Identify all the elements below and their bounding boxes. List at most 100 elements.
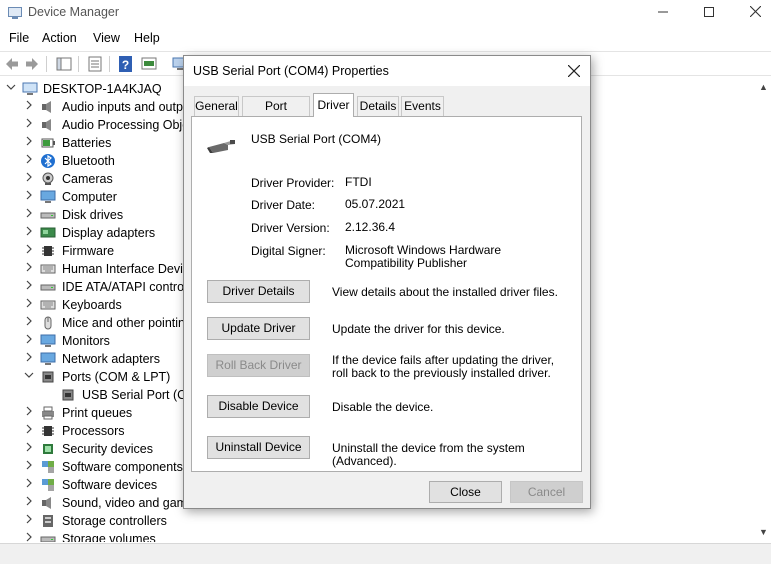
tree-item-network-adapters[interactable]: Network adapters — [0, 350, 190, 368]
tree-item-audio-inputs-and-outputs[interactable]: Audio inputs and outputs — [0, 98, 200, 116]
chevron-right-icon[interactable] — [23, 316, 35, 330]
chevron-right-icon[interactable] — [23, 136, 35, 150]
chip-icon — [42, 246, 54, 256]
tab-events[interactable]: Events — [401, 96, 444, 116]
speaker-icon — [42, 497, 51, 509]
tree-item-storage-controllers[interactable]: Storage controllers — [0, 512, 190, 530]
disable-device-button[interactable]: Disable Device — [207, 395, 310, 418]
tree-item-bluetooth[interactable]: Bluetooth — [0, 152, 190, 170]
tree-item-computer[interactable]: Computer — [0, 188, 190, 206]
tree-item-cameras[interactable]: Cameras — [0, 170, 190, 188]
chevron-right-icon[interactable] — [23, 280, 35, 294]
tree-item-processors[interactable]: Processors — [0, 422, 190, 440]
tree-item-disk-drives[interactable]: Disk drives — [0, 206, 190, 224]
tree-item-human-interface-devices[interactable]: Human Interface Devices — [0, 260, 202, 278]
tree-item-batteries[interactable]: Batteries — [0, 134, 190, 152]
device-manager-icon — [8, 7, 22, 19]
minimize-icon — [658, 11, 668, 13]
tab-port-settings[interactable]: Port Settings — [242, 96, 310, 131]
tree-item-ide-ata-atapi-controllers[interactable]: IDE ATA/ATAPI controllers — [0, 278, 207, 296]
update-driver-description: Update the driver for this device. — [332, 322, 505, 336]
tree-item-label: Print queues — [62, 406, 133, 420]
vertical-scrollbar[interactable]: ▲ ▼ — [756, 80, 771, 542]
tree-item-monitors[interactable]: Monitors — [0, 332, 190, 350]
device-name: USB Serial Port (COM4) — [251, 132, 382, 146]
chevron-right-icon[interactable] — [23, 514, 35, 528]
menu-action[interactable]: Action — [42, 31, 77, 45]
chevron-right-icon[interactable] — [23, 100, 35, 114]
chevron-right-icon[interactable] — [23, 442, 35, 456]
tree-item-firmware[interactable]: Firmware — [0, 242, 190, 260]
menu-help[interactable]: Help — [134, 31, 160, 45]
chevron-right-icon[interactable] — [23, 334, 35, 348]
uninstall-device-button[interactable]: Uninstall Device — [207, 436, 310, 459]
chevron-right-icon[interactable] — [23, 298, 35, 312]
tree-item-audio-processing-objects[interactable]: Audio Processing Objects — [0, 116, 205, 134]
maximize-button[interactable] — [686, 0, 732, 26]
close-button[interactable]: Close — [429, 481, 502, 503]
scroll-up-arrow-icon[interactable]: ▲ — [759, 82, 768, 92]
menu-file[interactable]: File — [9, 31, 29, 45]
chevron-right-icon[interactable] — [23, 532, 35, 542]
minimize-button[interactable] — [640, 0, 686, 26]
tree-item-security-devices[interactable]: Security devices — [0, 440, 190, 458]
tree-item-storage-volumes[interactable]: Storage volumes — [0, 530, 190, 542]
chevron-down-icon[interactable] — [23, 370, 35, 384]
cancel-button[interactable]: Cancel — [510, 481, 583, 503]
window-title: Device Manager — [28, 5, 120, 19]
disk-icon — [40, 536, 56, 542]
tree-item-ports-com-lpt[interactable]: Ports (COM & LPT) — [0, 368, 190, 386]
properties-icon[interactable] — [86, 55, 104, 73]
tree-item-label: Keyboards — [62, 298, 122, 312]
tree-item-software-devices[interactable]: Software devices — [0, 476, 190, 494]
scroll-thumb[interactable] — [758, 96, 769, 496]
chevron-right-icon[interactable] — [23, 244, 35, 258]
chevron-right-icon[interactable] — [23, 154, 35, 168]
tree-item-mice-and-other-pointing-devices[interactable]: Mice and other pointing devices — [0, 314, 238, 332]
tree-item-display-adapters[interactable]: Display adapters — [0, 224, 190, 242]
security-icon — [43, 444, 53, 454]
tree-root[interactable]: DESKTOP-1A4KJAQ — [0, 80, 200, 98]
help-icon[interactable]: ? — [117, 55, 135, 73]
tree-item-label: Display adapters — [62, 226, 156, 240]
chevron-down-icon[interactable] — [5, 82, 17, 96]
tree-item-keyboards[interactable]: Keyboards — [0, 296, 190, 314]
roll-back-driver-button[interactable]: Roll Back Driver — [207, 354, 310, 377]
dialog-title-bar: USB Serial Port (COM4) Properties — [184, 56, 590, 86]
close-icon — [567, 64, 581, 78]
chevron-right-icon[interactable] — [23, 496, 35, 510]
chevron-right-icon[interactable] — [23, 226, 35, 240]
menu-view[interactable]: View — [93, 31, 120, 45]
tab-details[interactable]: Details — [357, 96, 399, 116]
monitor-icon — [40, 334, 56, 347]
tree-item-sound-video-and-game-controllers[interactable]: Sound, video and game controllers — [0, 494, 255, 512]
tree-item-label: Software devices — [62, 478, 158, 492]
back-arrow-icon[interactable] — [3, 55, 21, 73]
chevron-right-icon[interactable] — [23, 406, 35, 420]
chevron-right-icon[interactable] — [23, 118, 35, 132]
scan-hardware-icon[interactable] — [140, 55, 158, 73]
forward-arrow-icon[interactable] — [23, 55, 41, 73]
driver-details-button[interactable]: Driver Details — [207, 280, 310, 303]
chevron-right-icon[interactable] — [23, 352, 35, 366]
chevron-right-icon[interactable] — [23, 262, 35, 276]
tree-item-software-components[interactable]: Software components — [0, 458, 190, 476]
tab-driver[interactable]: Driver — [313, 93, 354, 117]
chevron-right-icon[interactable] — [23, 172, 35, 186]
properties-view-icon[interactable] — [55, 55, 73, 73]
bluetooth-icon — [41, 154, 55, 168]
chevron-right-icon[interactable] — [23, 190, 35, 204]
component-icon — [42, 479, 54, 491]
chevron-right-icon[interactable] — [23, 478, 35, 492]
tree-item-usb-serial-port-com4[interactable]: USB Serial Port (COM4) — [0, 386, 217, 404]
tree-item-print-queues[interactable]: Print queues — [0, 404, 190, 422]
update-driver-button[interactable]: Update Driver — [207, 317, 310, 340]
tab-general[interactable]: General — [194, 96, 239, 116]
close-window-button[interactable] — [732, 0, 771, 26]
chevron-right-icon[interactable] — [23, 208, 35, 222]
scroll-down-arrow-icon[interactable]: ▼ — [759, 527, 768, 537]
chevron-right-icon[interactable] — [23, 424, 35, 438]
digital-signer-value: Microsoft Windows Hardware Compatibility… — [345, 243, 502, 270]
dialog-close-button[interactable] — [562, 60, 586, 82]
chevron-right-icon[interactable] — [23, 460, 35, 474]
